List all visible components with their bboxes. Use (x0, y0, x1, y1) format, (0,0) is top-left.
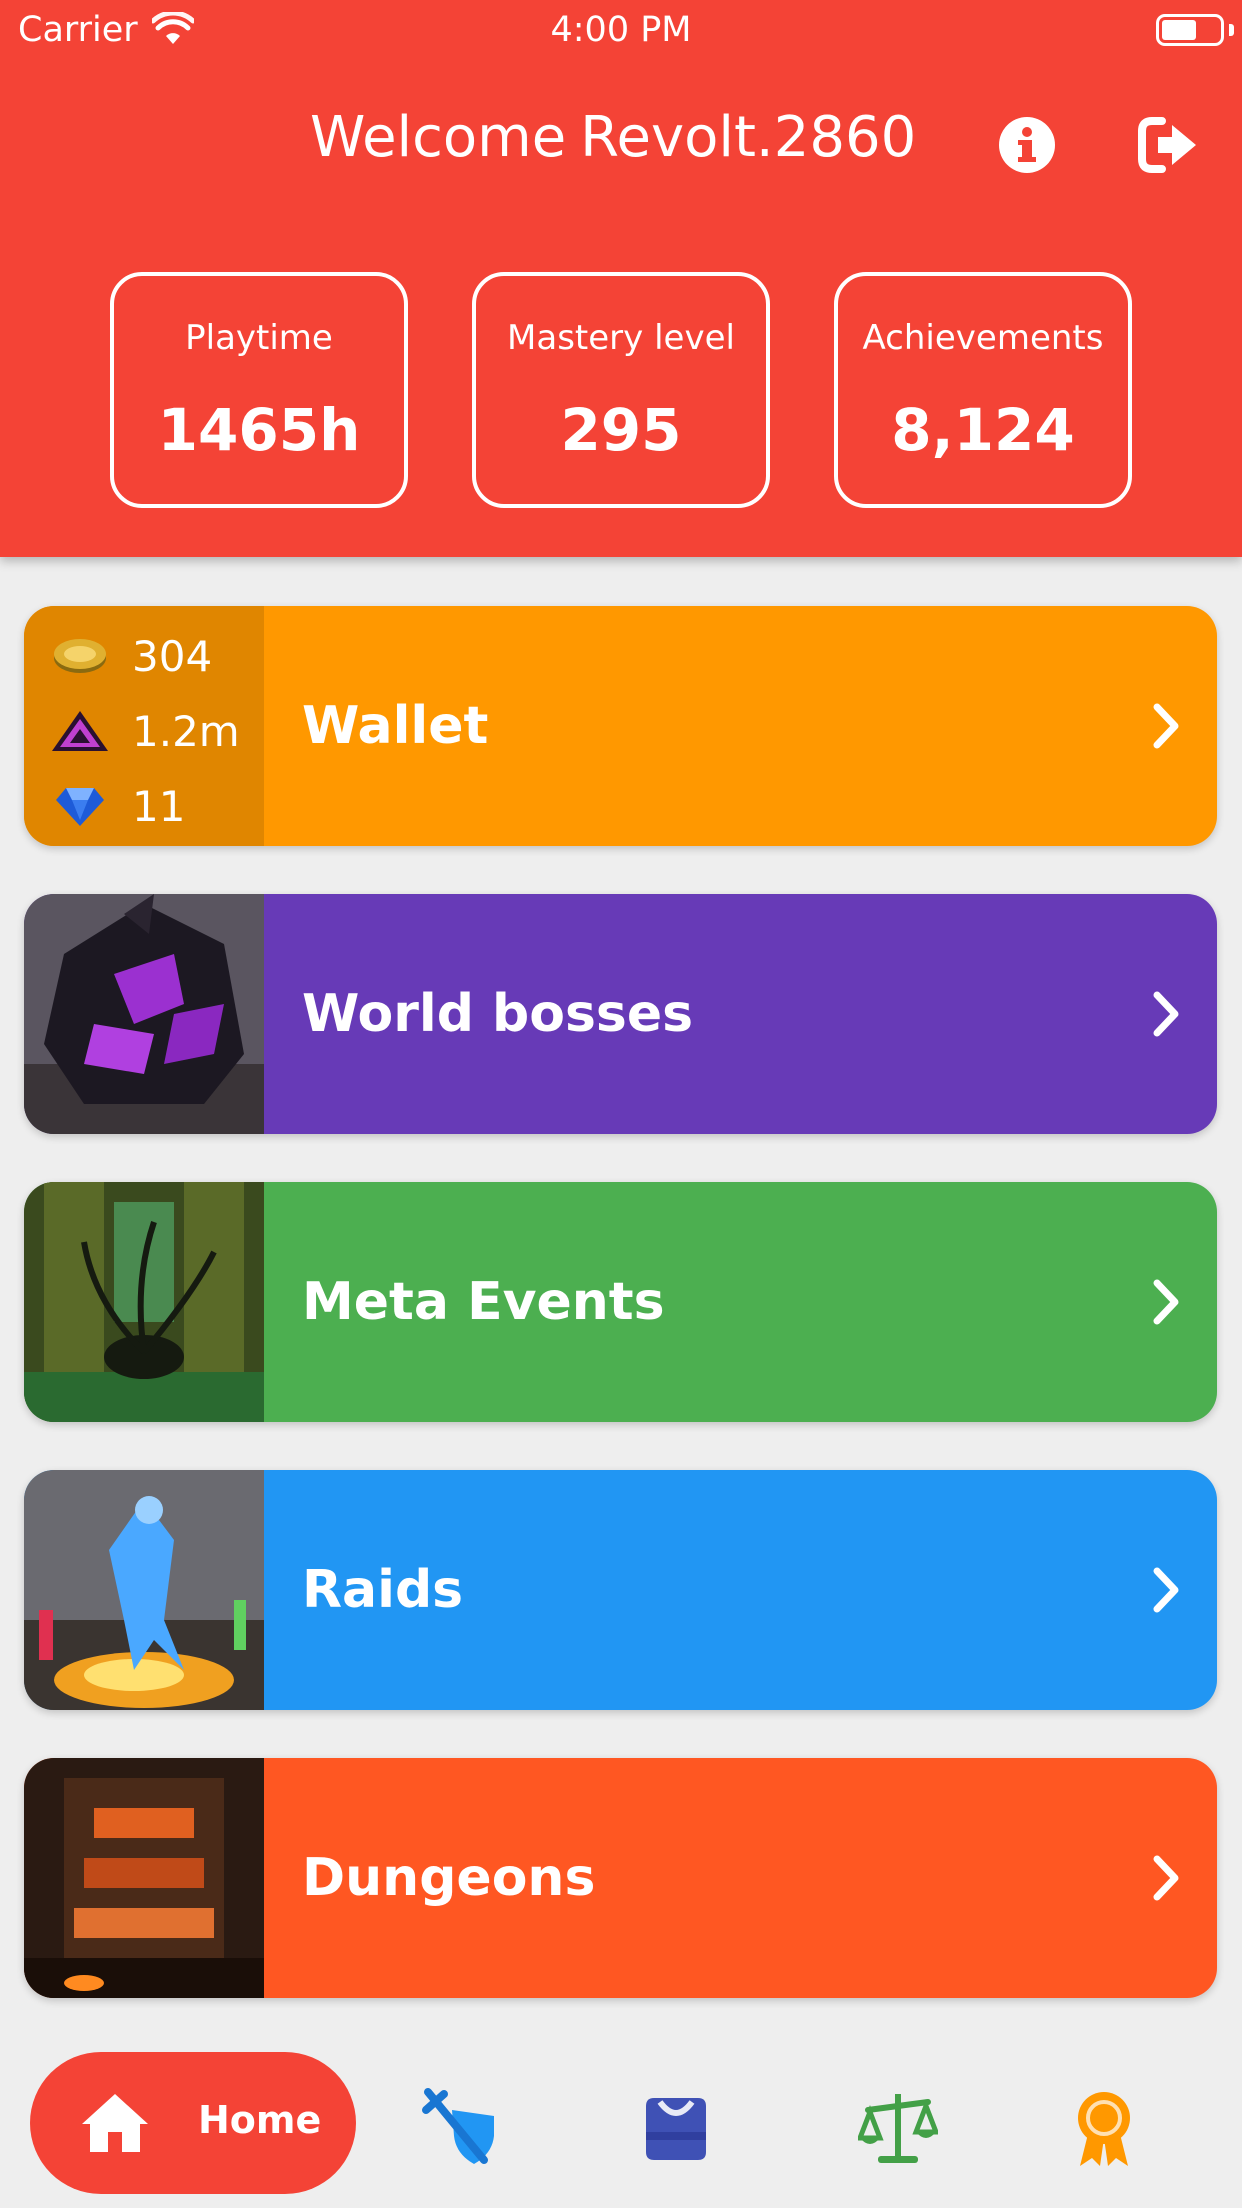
dungeons-image (24, 1758, 264, 1998)
stat-label: Mastery level (507, 318, 735, 358)
wallet-amount: 11 (132, 782, 186, 831)
welcome-heading: Welcome Revolt.2860 (310, 105, 916, 170)
wallet-currency-karma: 1.2m (50, 703, 260, 763)
chevron-right-icon (1153, 1567, 1179, 1613)
wallet-currency-gems: 11 (50, 778, 260, 838)
clock: 4:00 PM (550, 10, 692, 50)
battery-icon (1156, 14, 1224, 46)
bag-icon[interactable] (636, 2088, 716, 2168)
achievement-ribbon-icon[interactable] (1064, 2088, 1144, 2168)
stat-value: 8,124 (891, 396, 1075, 464)
world-bosses-card[interactable]: World bosses (24, 894, 1217, 1134)
stat-value: 1465h (157, 396, 361, 464)
meta-events-card[interactable]: Meta Events (24, 1182, 1217, 1422)
welcome-label: Welcome (310, 105, 567, 170)
stat-value: 295 (560, 396, 682, 464)
chevron-right-icon (1153, 991, 1179, 1037)
battery-tip (1229, 24, 1234, 36)
chevron-right-icon (1153, 703, 1179, 749)
stat-mastery-level: Mastery level 295 (472, 272, 770, 508)
wallet-amount: 1.2m (132, 707, 240, 756)
chevron-right-icon (1153, 1855, 1179, 1901)
stat-playtime: Playtime 1465h (110, 272, 408, 508)
gold-coin-icon (54, 639, 106, 673)
card-title: World bosses (302, 984, 694, 1044)
stat-label: Playtime (185, 318, 333, 358)
wallet-amount: 304 (132, 632, 213, 681)
status-bar: Carrier 4:00 PM (0, 0, 1242, 60)
card-title: Meta Events (302, 1272, 665, 1332)
wallet-currency-gold: 304 (50, 628, 260, 688)
stat-label: Achievements (862, 318, 1104, 358)
logout-icon[interactable] (1138, 115, 1198, 175)
karma-icon (52, 711, 108, 751)
trading-scales-icon[interactable] (858, 2088, 938, 2168)
info-icon[interactable] (997, 115, 1057, 175)
world-bosses-image (24, 894, 264, 1134)
chevron-right-icon (1153, 1279, 1179, 1325)
raids-image (24, 1470, 264, 1710)
bottom-nav: Home (0, 2030, 1242, 2208)
card-title: Dungeons (302, 1848, 596, 1908)
gem-icon (56, 788, 104, 826)
header: Carrier 4:00 PM Welcome Revolt.2860 Playt… (0, 0, 1242, 557)
username: Revolt.2860 (580, 105, 917, 170)
dungeons-card[interactable]: Dungeons (24, 1758, 1217, 1998)
pvp-sword-shield-icon[interactable] (422, 2088, 502, 2168)
stat-achievements: Achievements 8,124 (834, 272, 1132, 508)
card-title: Wallet (302, 696, 489, 756)
wallet-card[interactable]: 304 1.2m 11 Wallet (24, 606, 1217, 846)
meta-events-image (24, 1182, 264, 1422)
card-title: Raids (302, 1560, 464, 1620)
raids-card[interactable]: Raids (24, 1470, 1217, 1710)
nav-home[interactable]: Home (30, 2052, 356, 2194)
nav-home-label: Home (198, 2098, 322, 2142)
wallet-currency-panel: 304 1.2m 11 (24, 606, 264, 846)
home-icon (82, 2094, 148, 2152)
